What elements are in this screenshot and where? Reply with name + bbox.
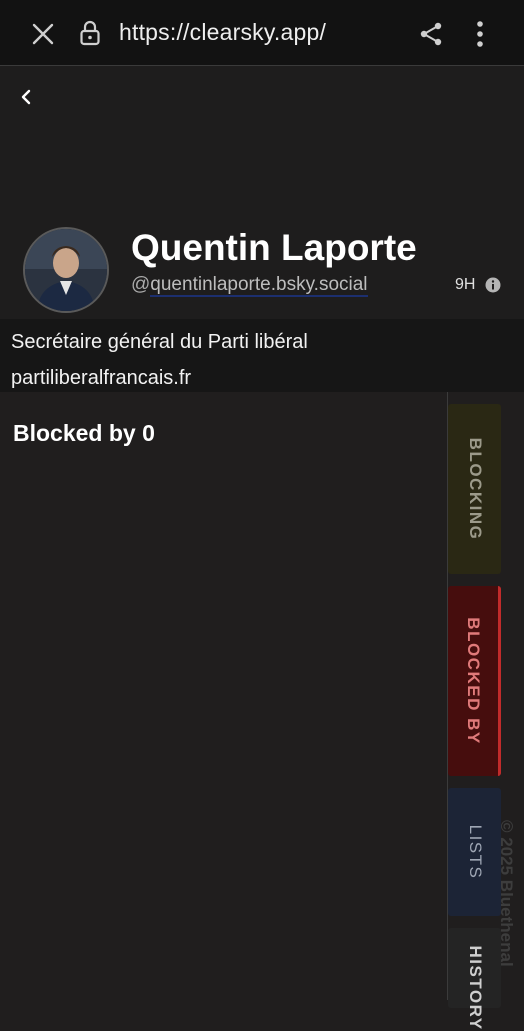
tab-lists[interactable]: LISTS <box>448 788 501 916</box>
tab-blocked-by-label: BLOCKED BY <box>464 617 483 745</box>
more-vertical-icon[interactable] <box>470 20 490 48</box>
main-content <box>0 392 448 1000</box>
time-ago-label: 9H <box>455 276 476 293</box>
info-icon[interactable] <box>485 277 501 293</box>
profile-website-link[interactable]: partiliberalfrancais.fr <box>11 367 191 390</box>
copyright-text: © 2025 Bluethenal <box>497 820 516 967</box>
profile-handle: @quentinlaporte.bsky.social <box>131 274 368 297</box>
handle-prefix: @ <box>131 274 151 295</box>
tab-history-label: HISTORY <box>465 945 485 1031</box>
tab-history[interactable]: HISTORY <box>448 928 501 1031</box>
profile-bio: Secrétaire général du Parti libéral <box>11 331 308 353</box>
address-bar-url[interactable]: https://clearsky.app/ <box>119 19 326 46</box>
tab-blocked-by[interactable]: BLOCKED BY <box>448 586 501 776</box>
share-icon[interactable] <box>419 21 443 47</box>
lock-icon[interactable] <box>79 20 101 46</box>
close-icon[interactable] <box>30 21 56 47</box>
back-button[interactable] <box>16 80 38 114</box>
browser-toolbar: https://clearsky.app/ <box>0 0 524 66</box>
chevron-left-icon <box>21 89 31 105</box>
handle-link[interactable]: quentinlaporte.bsky.social <box>150 274 368 297</box>
tab-blocking-label: BLOCKING <box>465 437 485 541</box>
avatar-photo <box>25 229 107 311</box>
tab-lists-label: LISTS <box>465 824 485 880</box>
avatar <box>23 227 109 313</box>
profile-display-name: Quentin Laporte <box>131 227 417 268</box>
section-title: Blocked by 0 <box>13 420 155 446</box>
tab-blocking[interactable]: BLOCKING <box>448 404 501 574</box>
